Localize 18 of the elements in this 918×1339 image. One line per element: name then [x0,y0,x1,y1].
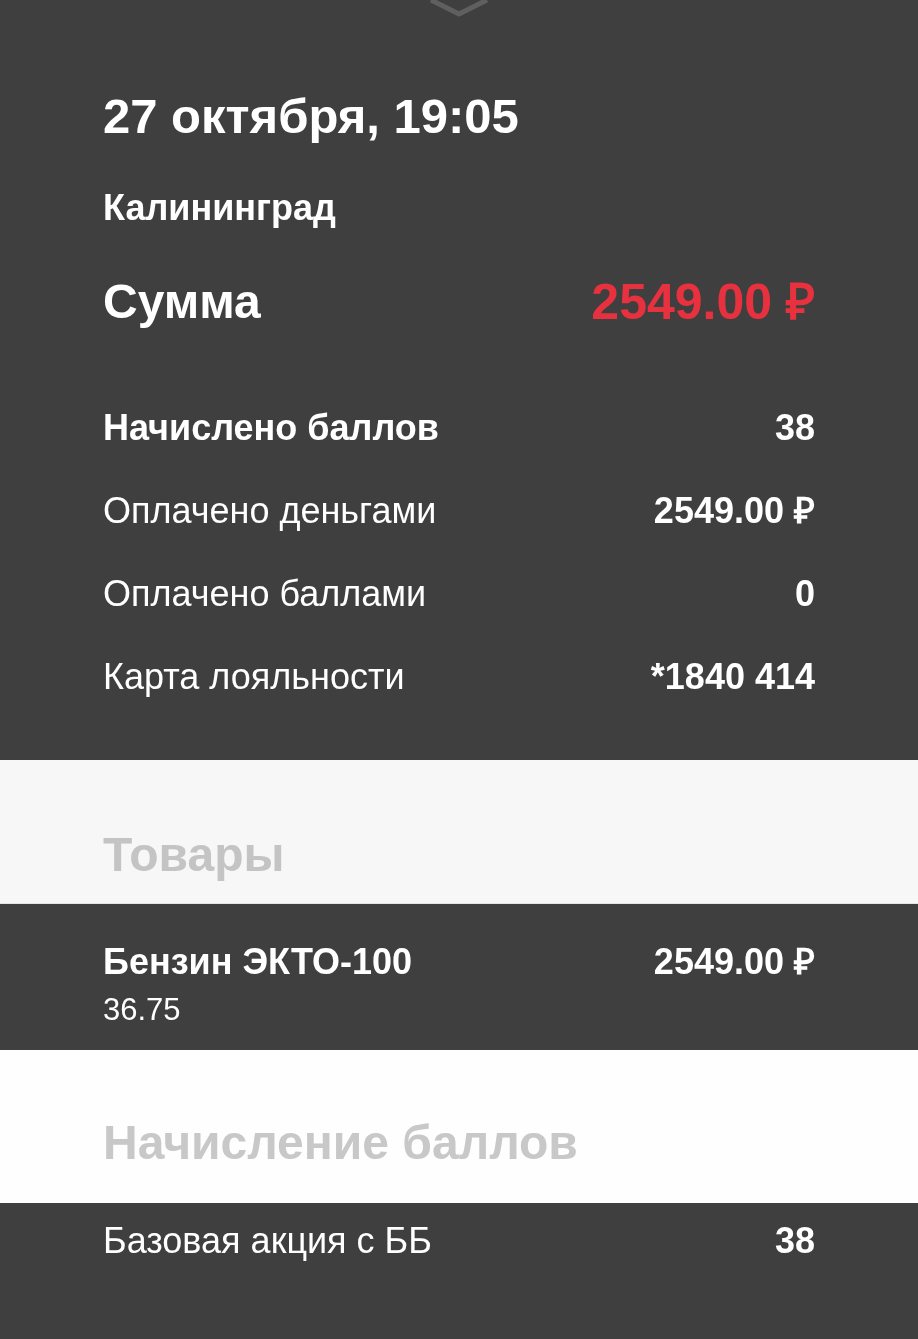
detail-label: Оплачено деньгами [103,489,437,532]
total-label: Сумма [103,274,261,330]
detail-value: 38 [774,406,815,449]
promotion-points: 38 [774,1220,815,1262]
total-amount: 2549.00 ₽ [591,274,815,330]
product-name: Бензин ЭКТО-100 [103,941,413,983]
product-price: 2549.00 ₽ [653,941,815,983]
detail-value: 2549.00 ₽ [653,489,815,532]
detail-value: *1840 414 [650,655,815,698]
detail-value: 0 [794,572,815,615]
detail-label: Начислено баллов [103,406,439,449]
chevron-down-icon[interactable] [429,0,489,18]
detail-label: Оплачено баллами [103,572,427,615]
promotion-name: Базовая акция с ББ [103,1220,432,1262]
date-time: 27 октября, 19:05 [103,88,519,144]
product-quantity: 36.75 [103,992,182,1028]
detail-label: Карта лояльности [103,655,405,698]
city-name: Калининград [103,187,336,229]
